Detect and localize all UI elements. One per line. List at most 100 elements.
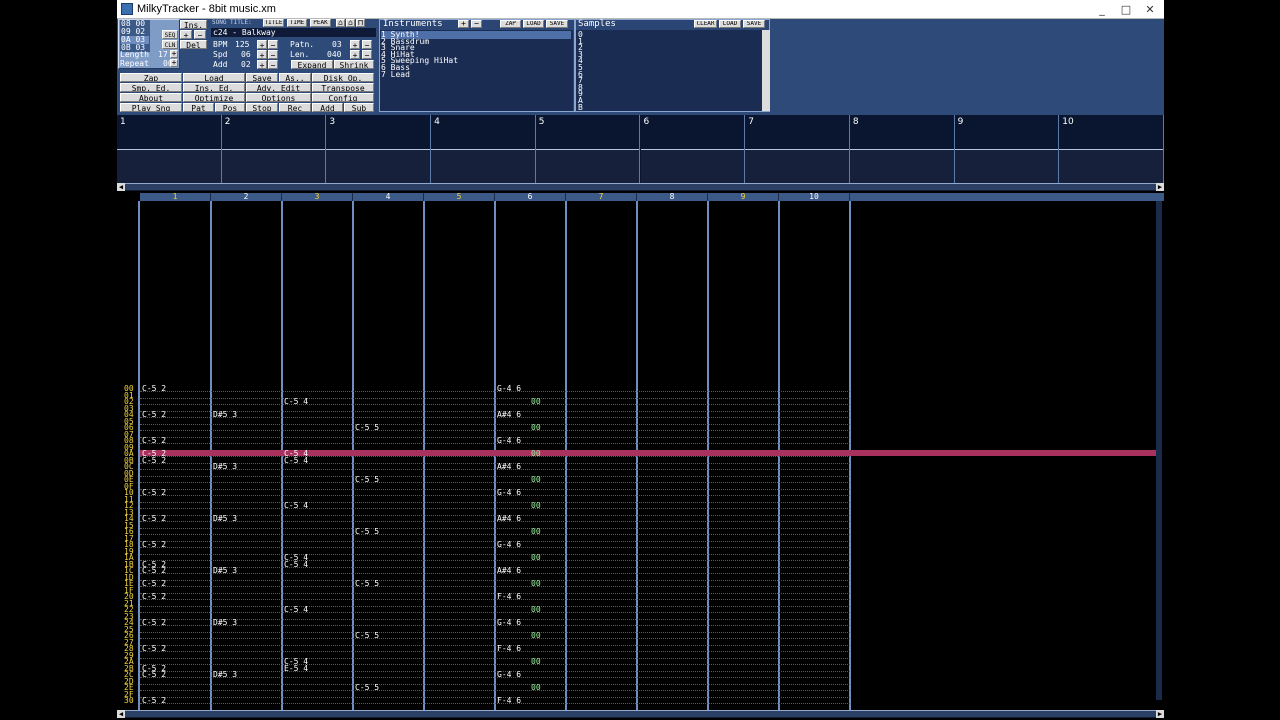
channel-scope[interactable]: 3 (326, 115, 432, 183)
pattern-note[interactable]: G-4 6 (497, 385, 521, 393)
add-button[interactable]: Add (312, 103, 343, 112)
pattern-volume[interactable]: 00 (531, 632, 541, 640)
optimize-button[interactable]: Optimize (183, 93, 245, 102)
pattern-editor[interactable]: 1 2 3 4 5 6 7 8 9 10 00 01 02 03 04 05 06 07 08 09 0A 0B 0C 0D 0… (117, 193, 1164, 710)
channel-header[interactable]: 6 (495, 193, 566, 201)
pattern-note[interactable]: D#5 3 (213, 463, 237, 471)
pattern-note[interactable]: G-4 6 (497, 541, 521, 549)
channel-header[interactable]: 7 (566, 193, 637, 201)
channel-header[interactable]: 10 (779, 193, 850, 201)
add-plus[interactable]: + (257, 60, 267, 69)
minimize-button[interactable]: _ (1090, 1, 1114, 17)
instrument-load-button[interactable]: LOAD (523, 20, 544, 28)
load-button[interactable]: Load (183, 73, 245, 82)
bpm-minus[interactable]: − (268, 40, 278, 49)
sample-load-button[interactable]: LOAD (719, 20, 741, 28)
pattern-note[interactable]: F-4 6 (497, 645, 521, 653)
instrument-save-button[interactable]: SAVE (546, 20, 568, 28)
pattern-volume[interactable]: 00 (531, 554, 541, 562)
play-position-button[interactable]: Pos (215, 103, 245, 112)
pattern-note[interactable]: C-5 5 (355, 684, 379, 692)
pattern-note[interactable]: C-5 5 (355, 632, 379, 640)
pattern-note[interactable]: D#5 3 (213, 411, 237, 419)
time-button[interactable]: TIME (287, 19, 307, 27)
pattern-note[interactable]: C-5 4 (284, 456, 308, 465)
channel-header[interactable]: 5 (424, 193, 495, 201)
song-next[interactable]: ⌂ (346, 19, 355, 27)
sample-list-scrollbar[interactable] (762, 30, 770, 111)
zap-button[interactable]: Zap (120, 73, 182, 82)
bpm-plus[interactable]: + (257, 40, 267, 49)
pattern-volume[interactable]: 00 (531, 658, 541, 666)
channel-header[interactable]: 9 (708, 193, 779, 201)
channel-header[interactable]: 2 (211, 193, 282, 201)
title-button[interactable]: TITLE (263, 19, 284, 27)
channel-scope[interactable]: 6 (640, 115, 746, 183)
save-as-button[interactable]: As.. (279, 73, 311, 82)
pattern-volume[interactable]: 00 (531, 580, 541, 588)
instrument-item[interactable]: 7 Lead (381, 70, 571, 79)
record-button[interactable]: Rec (279, 103, 311, 112)
instrument-editor-button[interactable]: Ins. Ed. (183, 83, 245, 92)
sample-number[interactable]: B (578, 103, 583, 112)
scope-scrollbar[interactable]: ◀ ▶ (117, 183, 1164, 191)
pattern-note[interactable]: E-5 4 (284, 664, 308, 673)
channel-header[interactable]: 1 (140, 193, 211, 201)
pattern-note[interactable]: G-4 6 (497, 671, 521, 679)
ins-button[interactable]: Ins. (180, 20, 207, 29)
channel-header[interactable]: 3 (282, 193, 353, 201)
scroll-right-icon[interactable]: ▶ (1156, 183, 1164, 191)
channel-scope[interactable]: 4 (431, 115, 536, 183)
channel-scope[interactable]: 5 (535, 115, 641, 183)
maximize-button[interactable]: □ (1114, 1, 1138, 17)
instrument-minus[interactable]: − (471, 20, 482, 28)
channel-header[interactable]: 4 (353, 193, 424, 201)
sub-button[interactable]: Sub (344, 103, 374, 112)
pattern-scroll-right-icon[interactable]: ▶ (1156, 710, 1164, 718)
length-plus[interactable]: + (170, 50, 178, 58)
pattern-note[interactable]: C-5 2 (142, 697, 166, 705)
pattern-note[interactable]: D#5 3 (213, 619, 237, 627)
pattern-note[interactable]: C-5 2 (142, 593, 166, 601)
disk-op-button[interactable]: Disk Op. (312, 73, 374, 82)
shrink-button[interactable]: Shrink (334, 60, 374, 69)
advanced-edit-button[interactable]: Adv. Edit (246, 83, 311, 92)
song-prev[interactable]: ⌂ (336, 19, 345, 27)
pattern-note[interactable]: C-5 2 (142, 567, 166, 575)
cln-button[interactable]: CLN (162, 40, 178, 49)
pattern-note[interactable]: C-5 2 (142, 541, 166, 549)
pattern-volume[interactable]: 00 (531, 606, 541, 614)
expand-button[interactable]: Expand (291, 60, 333, 69)
channel-scope[interactable]: 9 (954, 115, 1060, 183)
pattern-note[interactable]: C-5 2 (142, 456, 166, 465)
pattern-note[interactable]: C-5 2 (142, 411, 166, 419)
close-button[interactable]: ✕ (1138, 1, 1162, 17)
play-song-button[interactable]: Play Sng (120, 103, 182, 112)
pattern-volume[interactable]: 00 (531, 684, 541, 692)
pattern-volume[interactable]: 00 (531, 398, 541, 406)
spd-plus[interactable]: + (257, 50, 267, 59)
del-button[interactable]: Del (180, 40, 207, 49)
sample-list[interactable] (576, 30, 762, 111)
pattern-note[interactable]: A#4 6 (497, 515, 521, 523)
config-button[interactable]: Config (312, 93, 374, 102)
seq-button[interactable]: SEQ (162, 30, 178, 39)
save-button[interactable]: Save (246, 73, 278, 82)
pattern-note[interactable]: C-5 2 (142, 619, 166, 627)
pattern-note[interactable]: C-5 2 (142, 489, 166, 497)
peak-button[interactable]: PEAK (310, 19, 331, 27)
channel-scope[interactable]: 1 (117, 115, 222, 183)
pattern-note[interactable]: C-5 5 (355, 424, 379, 432)
pattern-note[interactable]: G-4 6 (497, 489, 521, 497)
spd-minus[interactable]: − (268, 50, 278, 59)
pattern-note[interactable]: C-5 4 (284, 606, 308, 614)
pattern-note[interactable]: D#5 3 (213, 671, 237, 679)
order-minus[interactable]: − (194, 30, 206, 39)
add-minus[interactable]: − (268, 60, 278, 69)
instrument-plus[interactable]: + (458, 20, 469, 28)
pattern-note[interactable]: C-5 2 (142, 385, 166, 393)
pattern-note[interactable]: A#4 6 (497, 463, 521, 471)
pattern-note[interactable]: C-5 4 (284, 502, 308, 510)
pattern-note[interactable]: F-4 6 (497, 593, 521, 601)
pattern-scrollbar[interactable]: ◀ ▶ (117, 710, 1164, 718)
